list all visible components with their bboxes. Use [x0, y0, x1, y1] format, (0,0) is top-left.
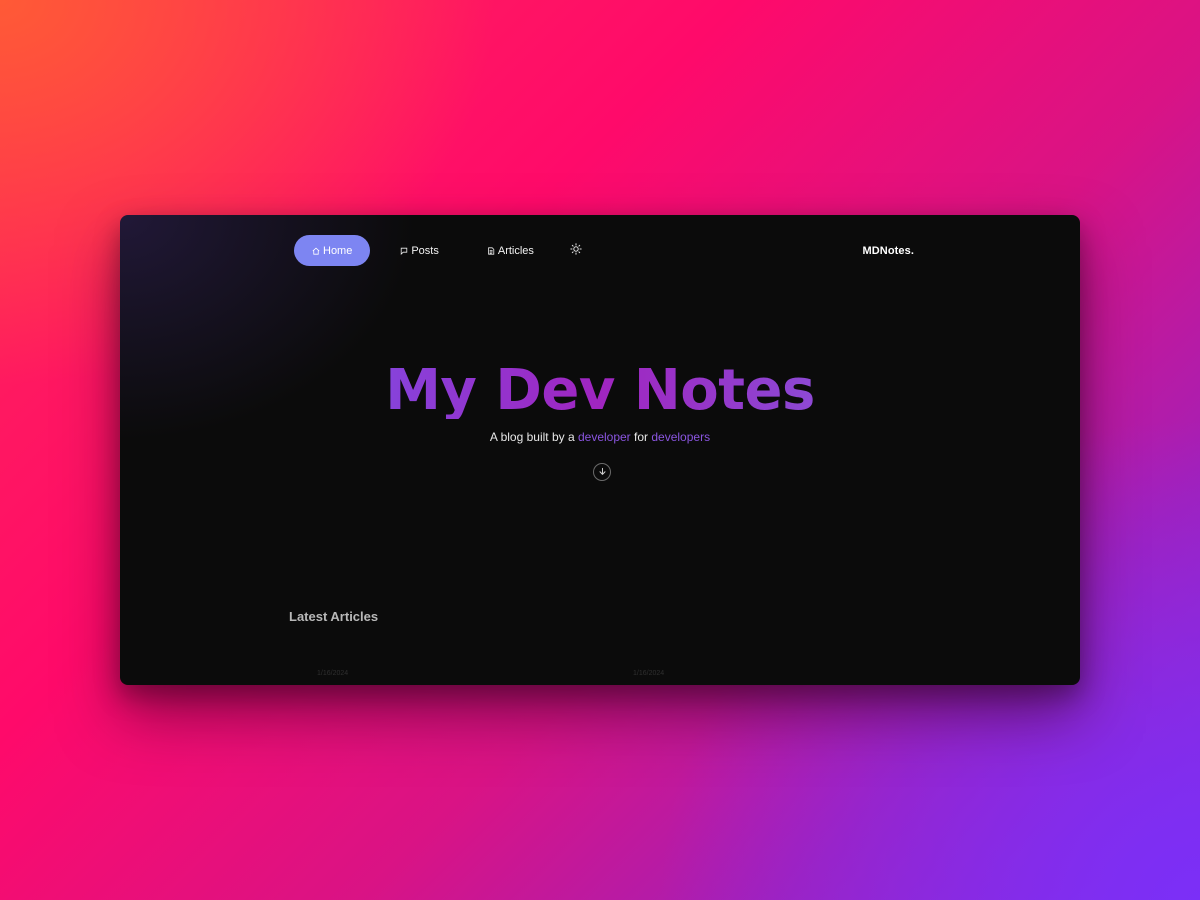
- article-card-date: 1/16/2024: [633, 670, 665, 677]
- hero-title: My Dev Notes: [120, 363, 1080, 419]
- latest-articles-heading: Latest Articles: [289, 609, 379, 624]
- browser-window: Home Posts Articles MDNotes. My Dev Note…: [120, 215, 1080, 685]
- scroll-down-button[interactable]: [593, 463, 611, 481]
- nav-posts-label: Posts: [411, 244, 439, 257]
- sun-icon: [570, 242, 582, 260]
- nav-posts[interactable]: Posts: [382, 235, 457, 266]
- subtitle-accent-developers: developers: [651, 430, 711, 444]
- theme-toggle-button[interactable]: [566, 241, 586, 261]
- arrow-down-icon: [598, 463, 607, 481]
- nav-home-label: Home: [323, 244, 353, 257]
- document-icon: [487, 246, 495, 255]
- chat-icon: [400, 247, 408, 255]
- subtitle-text-2: for: [630, 430, 652, 444]
- subtitle-accent-developer: developer: [577, 430, 631, 444]
- nav-articles[interactable]: Articles: [469, 235, 552, 266]
- brand-logo[interactable]: MDNotes.: [862, 245, 914, 257]
- hero-subtitle: A blog built by a developer for develope…: [120, 430, 1080, 444]
- top-nav: Home Posts Articles MDNotes.: [294, 235, 914, 266]
- nav-home[interactable]: Home: [294, 235, 371, 266]
- home-icon: [312, 247, 320, 255]
- subtitle-text-1: A blog built by a: [489, 430, 578, 444]
- article-card-date: 1/16/2024: [317, 670, 349, 677]
- nav-articles-label: Articles: [497, 244, 534, 257]
